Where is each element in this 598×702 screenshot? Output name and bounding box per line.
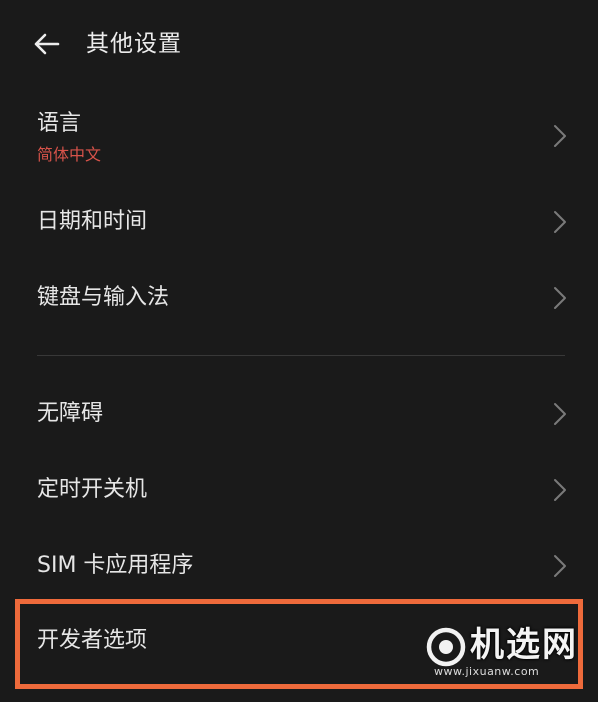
- settings-item-label: 开发者选项: [37, 628, 148, 653]
- watermark-name: 机选网: [470, 625, 578, 665]
- settings-item-label: 定时开关机: [37, 477, 148, 502]
- settings-item-date-time[interactable]: 日期和时间: [0, 190, 598, 256]
- chevron-right-icon: [554, 479, 566, 501]
- settings-item-keyboard-input[interactable]: 键盘与输入法: [0, 266, 598, 332]
- chevron-right-icon: [554, 211, 566, 233]
- settings-item-accessibility[interactable]: 无障碍: [0, 382, 598, 448]
- watermark-logo-icon: [426, 627, 466, 667]
- settings-item-label: 键盘与输入法: [37, 285, 170, 310]
- settings-item-value: 简体中文: [37, 145, 102, 164]
- settings-item-label: 无障碍: [37, 401, 104, 426]
- settings-item-label: 日期和时间: [37, 209, 148, 234]
- chevron-right-icon: [554, 555, 566, 577]
- page-title: 其他设置: [86, 31, 182, 57]
- watermark-url: www.jixuanw.com: [434, 665, 540, 678]
- back-button[interactable]: [28, 26, 64, 62]
- site-watermark: 机选网 www.jixuanw.com: [420, 625, 590, 681]
- chevron-right-icon: [554, 125, 566, 147]
- settings-item-label: 语言: [37, 111, 82, 136]
- arrow-left-icon: [34, 33, 60, 55]
- settings-item-sim-apps[interactable]: SIM 卡应用程序: [0, 534, 598, 600]
- settings-item-language[interactable]: 语言 简体中文: [0, 100, 598, 186]
- chevron-right-icon: [554, 287, 566, 309]
- settings-item-label: SIM 卡应用程序: [37, 553, 194, 578]
- settings-item-scheduled-power[interactable]: 定时开关机: [0, 458, 598, 524]
- section-divider: [37, 355, 565, 356]
- header-bar: 其他设置: [0, 0, 598, 88]
- chevron-right-icon: [554, 403, 566, 425]
